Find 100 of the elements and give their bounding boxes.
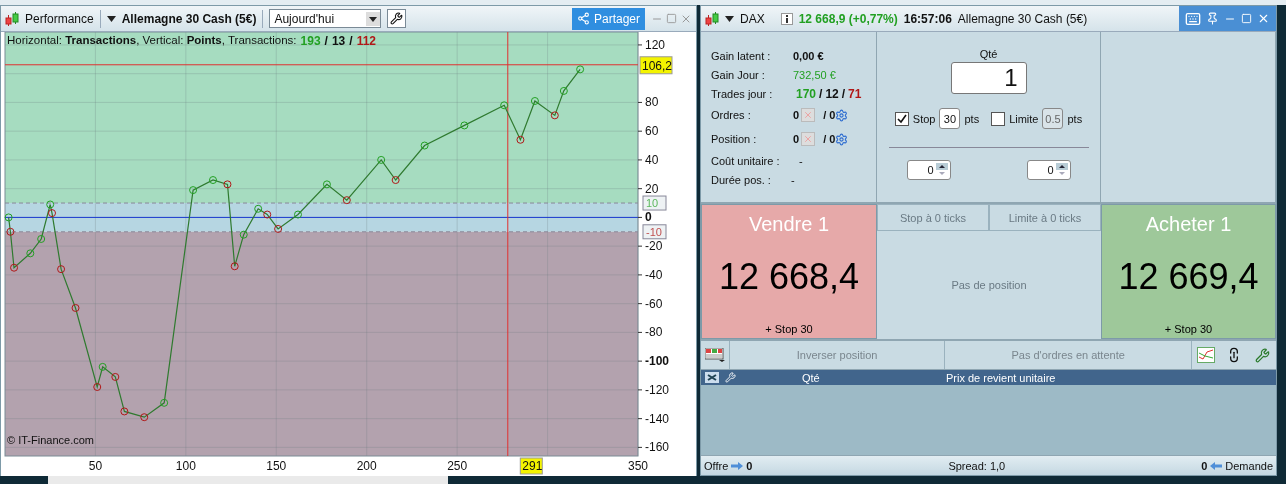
- field-value: / 0: [823, 133, 836, 145]
- spinner-field[interactable]: 0: [1026, 160, 1071, 180]
- wrench-icon[interactable]: [1254, 347, 1270, 363]
- copyright-text: © IT-Finance.com: [7, 434, 94, 446]
- trade-marker: [98, 362, 107, 371]
- field-value: -: [791, 173, 795, 186]
- trade-marker: [530, 97, 539, 105]
- spinner-arrows-icon[interactable]: [935, 163, 948, 177]
- trade-marker: [6, 227, 15, 236]
- spinner-arrows-icon[interactable]: [1055, 163, 1068, 177]
- field-label: Coût unitaire :: [711, 154, 781, 167]
- instrument-name: Allemagne 30 Cash (5€): [957, 11, 1088, 26]
- offer-value: 0: [746, 459, 753, 472]
- x-axis-label: 250: [447, 459, 468, 473]
- separator: /: [819, 86, 823, 101]
- table-icon[interactable]: [705, 372, 719, 383]
- chart-icon[interactable]: [1197, 347, 1215, 363]
- gear-icon[interactable]: [835, 132, 849, 146]
- y-tick-label: -20: [645, 239, 663, 254]
- period-dropdown[interactable]: Aujourd'hui: [269, 9, 382, 28]
- count: 193: [300, 34, 321, 48]
- y-axis-label: 20: [637, 181, 659, 196]
- y-axis-label: -100: [637, 354, 670, 369]
- field-value: 732,50 €: [793, 68, 836, 81]
- count: 12: [825, 86, 839, 101]
- arrow-icon: [1210, 461, 1223, 470]
- y-tick-label: 60: [645, 124, 659, 139]
- count: 71: [848, 86, 862, 101]
- caret-icon[interactable]: [725, 15, 734, 22]
- trade-marker: [209, 176, 217, 185]
- trade-marker: [274, 224, 283, 233]
- symbol-name[interactable]: DAX: [740, 11, 765, 26]
- keyboard-icon[interactable]: [1185, 10, 1201, 27]
- cursor-position-label: 291: [519, 457, 543, 475]
- separator: /: [349, 34, 353, 48]
- field-value: 0,00 €: [793, 49, 824, 62]
- field-value: -: [799, 154, 803, 167]
- candlestick-icon: [5, 10, 19, 27]
- checkbox[interactable]: [894, 111, 909, 126]
- maximize-icon[interactable]: [666, 13, 677, 24]
- checkbox-label: Limite: [1009, 112, 1039, 125]
- buy-button[interactable]: Acheter 1 12 669,4 + Stop 30: [1101, 204, 1276, 339]
- y-tick-label: -60: [645, 296, 663, 311]
- trade-marker: [263, 210, 272, 219]
- trade-marker: [140, 413, 149, 422]
- caret-icon[interactable]: [106, 15, 116, 22]
- y-tick-label: 40: [645, 152, 659, 167]
- position-status: Pas de position: [951, 279, 1027, 291]
- y-tick-label: 20: [645, 181, 659, 196]
- separator: /: [841, 86, 846, 101]
- field-label: Gain Jour :: [711, 68, 766, 81]
- wrench-icon: [390, 12, 404, 25]
- trade-marker: [46, 200, 55, 209]
- info-icon[interactable]: [780, 12, 793, 25]
- trade-marker: [420, 141, 429, 150]
- settings-button[interactable]: [387, 9, 407, 28]
- trade-marker: [111, 372, 120, 381]
- y-tick-label: -140: [645, 411, 670, 426]
- candlestick-icon: [705, 10, 719, 27]
- spread-label: Spread:: [948, 459, 987, 472]
- x-axis-label: 200: [356, 459, 377, 473]
- trade-marker: [294, 210, 302, 219]
- x-axis-label: 150: [266, 459, 287, 473]
- share-icon: [576, 12, 590, 25]
- spinner-field[interactable]: 0: [906, 160, 951, 180]
- quantity-field[interactable]: 1: [950, 62, 1027, 94]
- pin-icon[interactable]: [1206, 12, 1219, 25]
- close-icon[interactable]: [1257, 12, 1270, 25]
- points-field[interactable]: 30: [939, 108, 961, 129]
- instrument-name[interactable]: Allemagne 30 Cash (5€): [121, 11, 257, 26]
- count: 170: [796, 86, 817, 101]
- gear-icon[interactable]: [835, 108, 849, 122]
- offer-label: Offre: [704, 459, 729, 472]
- column-header[interactable]: Qté: [802, 371, 922, 384]
- checkbox-label: Stop: [912, 112, 936, 125]
- field-label: Gain latent :: [711, 49, 772, 62]
- trade-marker: [37, 234, 46, 243]
- grid-icon[interactable]: [705, 348, 725, 362]
- field-label: Durée pos. :: [711, 173, 772, 186]
- quote-time: 16:57:06: [903, 11, 952, 26]
- y-axis-label: 0: [637, 210, 652, 225]
- trade-marker: [342, 196, 351, 205]
- trade-marker: [550, 111, 559, 120]
- column-header[interactable]: Prix de revient unitaire: [946, 371, 1056, 384]
- sell-button[interactable]: Vendre 1 12 668,4 + Stop 30: [701, 204, 877, 339]
- trade-marker: [189, 186, 198, 195]
- y-tick-label: -40: [645, 267, 663, 282]
- ref-line-label: 10: [646, 197, 659, 210]
- y-axis-label: 120: [637, 37, 666, 52]
- trade-marker: [559, 86, 568, 95]
- quote-value: 12 668,9 (+0,77%): [798, 11, 898, 26]
- trade-marker: [10, 263, 19, 272]
- trade-marker: [460, 121, 469, 130]
- field-value: 0: [793, 133, 800, 145]
- trade-marker: [57, 265, 66, 274]
- y-axis-label: 40: [637, 152, 659, 167]
- trade-marker: [71, 303, 80, 312]
- y-axis-label: -120: [637, 382, 670, 397]
- threshold-label: 10: [642, 195, 667, 211]
- field-value: / 0: [823, 109, 836, 121]
